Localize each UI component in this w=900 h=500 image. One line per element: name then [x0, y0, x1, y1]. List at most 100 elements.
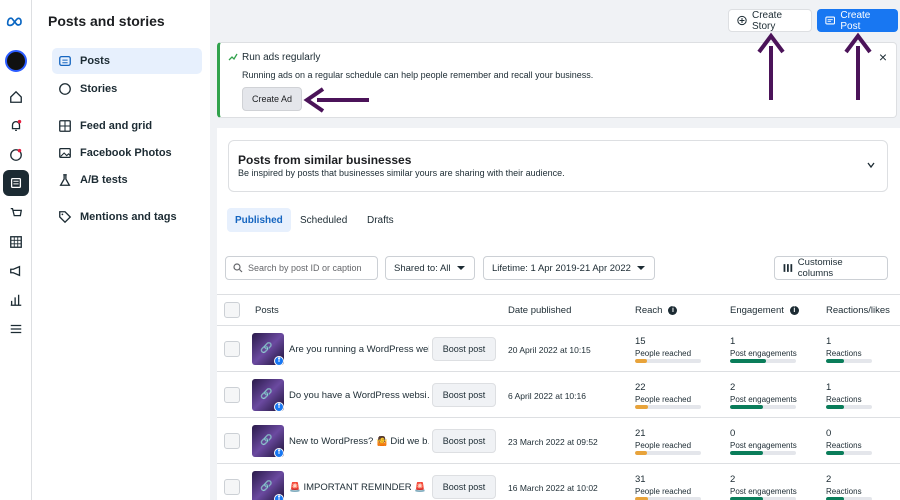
reactions-label: Reactions	[826, 441, 862, 450]
info-icon[interactable]: i	[789, 306, 799, 315]
engagement-bar-fill	[730, 405, 763, 409]
engagement-label: Post engagements	[730, 441, 797, 450]
engagement-value: 2	[730, 382, 736, 393]
reach-label: People reached	[635, 395, 692, 404]
facebook-icon: f	[274, 402, 284, 412]
reach-value: 15	[635, 336, 646, 347]
menu-icon[interactable]	[7, 320, 25, 338]
home-icon[interactable]	[7, 88, 25, 106]
reactions-label: Reactions	[826, 395, 862, 404]
sidebar-item-posts[interactable]: Posts	[52, 48, 202, 74]
sidebar-item-feed-grid[interactable]: Feed and grid	[52, 113, 202, 139]
engagement-label: Post engagements	[730, 349, 797, 358]
megaphone-icon[interactable]	[7, 262, 25, 280]
reach-bar-fill	[635, 405, 649, 409]
sidebar-item-label: Mentions and tags	[80, 211, 177, 223]
boost-post-button[interactable]: Boost post	[432, 475, 496, 499]
reach-value: 22	[635, 382, 646, 393]
sidebar-item-label: A/B tests	[80, 174, 128, 186]
select-all-checkbox[interactable]	[224, 302, 240, 318]
meta-logo-icon[interactable]	[5, 12, 27, 30]
col-reach[interactable]: Reach i	[635, 305, 678, 316]
link-icon: 🔗	[260, 343, 273, 354]
sidebar-item-ab-tests[interactable]: A/B tests	[52, 167, 202, 193]
chevron-down-icon[interactable]	[866, 160, 876, 170]
reach-label: People reached	[635, 441, 692, 450]
tab-drafts[interactable]: Drafts	[359, 208, 402, 232]
bell-icon[interactable]	[7, 117, 25, 135]
arrow-up-icon	[757, 32, 785, 100]
row-checkbox[interactable]	[224, 387, 240, 403]
close-icon[interactable]: ×	[876, 50, 890, 64]
facebook-icon: f	[274, 494, 284, 500]
facebook-icon: f	[274, 448, 284, 458]
link-icon: 🔗	[260, 481, 273, 492]
page-title: Posts and stories	[48, 13, 165, 29]
col-reactions[interactable]: Reactions/likes	[826, 305, 890, 316]
create-ad-button[interactable]: Create Ad	[242, 87, 302, 111]
info-icon[interactable]: i	[668, 306, 678, 315]
sidebar-item-label: Stories	[80, 83, 118, 95]
engagement-bar	[730, 405, 796, 409]
caret-down-icon	[636, 266, 645, 270]
reactions-value: 1	[826, 336, 832, 347]
reach-bar-fill	[635, 359, 647, 363]
posts-icon[interactable]	[3, 170, 29, 196]
reactions-bar	[826, 359, 872, 363]
post-title[interactable]: Do you have a WordPress websi…	[289, 390, 429, 401]
shared-to-dropdown[interactable]: Shared to: All	[385, 256, 475, 280]
facebook-icon: f	[274, 356, 284, 366]
banner-text: Running ads on a regular schedule can he…	[242, 70, 594, 80]
engagement-label: Post engagements	[730, 487, 797, 496]
link-icon: 🔗	[260, 389, 273, 400]
chat-icon[interactable]	[7, 146, 25, 164]
engagement-bar-fill	[730, 359, 767, 363]
reach-label: People reached	[635, 349, 692, 358]
search-icon	[233, 263, 243, 273]
engagement-bar	[730, 451, 796, 455]
search-input[interactable]: Search by post ID or caption	[225, 256, 378, 280]
feed-grid-icon	[58, 119, 72, 133]
col-posts[interactable]: Posts	[255, 305, 279, 316]
sidebar-item-stories[interactable]: Stories	[52, 76, 202, 102]
avatar[interactable]	[5, 50, 27, 72]
grid-icon[interactable]	[7, 233, 25, 251]
flask-icon	[58, 173, 72, 187]
row-checkbox[interactable]	[224, 479, 240, 495]
post-title[interactable]: 🚨 IMPORTANT REMINDER 🚨 S…	[289, 482, 429, 493]
reactions-bar	[826, 451, 872, 455]
sidebar-item-mentions-tags[interactable]: Mentions and tags	[52, 204, 202, 230]
sparkle-icon	[228, 53, 238, 61]
customise-columns-button[interactable]: Customise columns	[774, 256, 888, 280]
reactions-value: 0	[826, 428, 832, 439]
create-story-button[interactable]: Create Story	[728, 9, 812, 32]
post-title[interactable]: Are you running a WordPress web…	[289, 344, 429, 355]
lifetime-dropdown[interactable]: Lifetime: 1 Apr 2019-21 Apr 2022	[483, 256, 655, 280]
tab-scheduled[interactable]: Scheduled	[292, 208, 355, 232]
shop-icon[interactable]	[7, 204, 25, 222]
boost-post-button[interactable]: Boost post	[432, 429, 496, 453]
post-title[interactable]: New to WordPress? 🤷 Did we b…	[289, 436, 429, 447]
shared-to-label: Shared to: All	[394, 262, 451, 274]
col-engagement-label: Engagement	[730, 305, 784, 316]
create-post-button[interactable]: Create Post	[817, 9, 898, 32]
col-engagement[interactable]: Engagement i	[730, 305, 799, 316]
reactions-label: Reactions	[826, 349, 862, 358]
row-checkbox[interactable]	[224, 341, 240, 357]
create-story-label: Create Story	[752, 9, 783, 32]
reach-bar	[635, 359, 701, 363]
reactions-bar-fill	[826, 405, 845, 409]
chart-icon[interactable]	[7, 291, 25, 309]
similar-subtitle: Be inspired by posts that businesses sim…	[238, 168, 565, 178]
col-reach-label: Reach	[635, 305, 663, 316]
engagement-label: Post engagements	[730, 395, 797, 404]
tab-published[interactable]: Published	[227, 208, 291, 232]
col-date[interactable]: Date published	[508, 305, 571, 316]
photos-icon	[58, 146, 72, 160]
boost-post-button[interactable]: Boost post	[432, 337, 496, 361]
boost-post-button[interactable]: Boost post	[432, 383, 496, 407]
post-date: 16 March 2022 at 10:02	[508, 483, 598, 493]
reach-value: 31	[635, 474, 646, 485]
row-checkbox[interactable]	[224, 433, 240, 449]
sidebar-item-facebook-photos[interactable]: Facebook Photos	[52, 140, 202, 166]
